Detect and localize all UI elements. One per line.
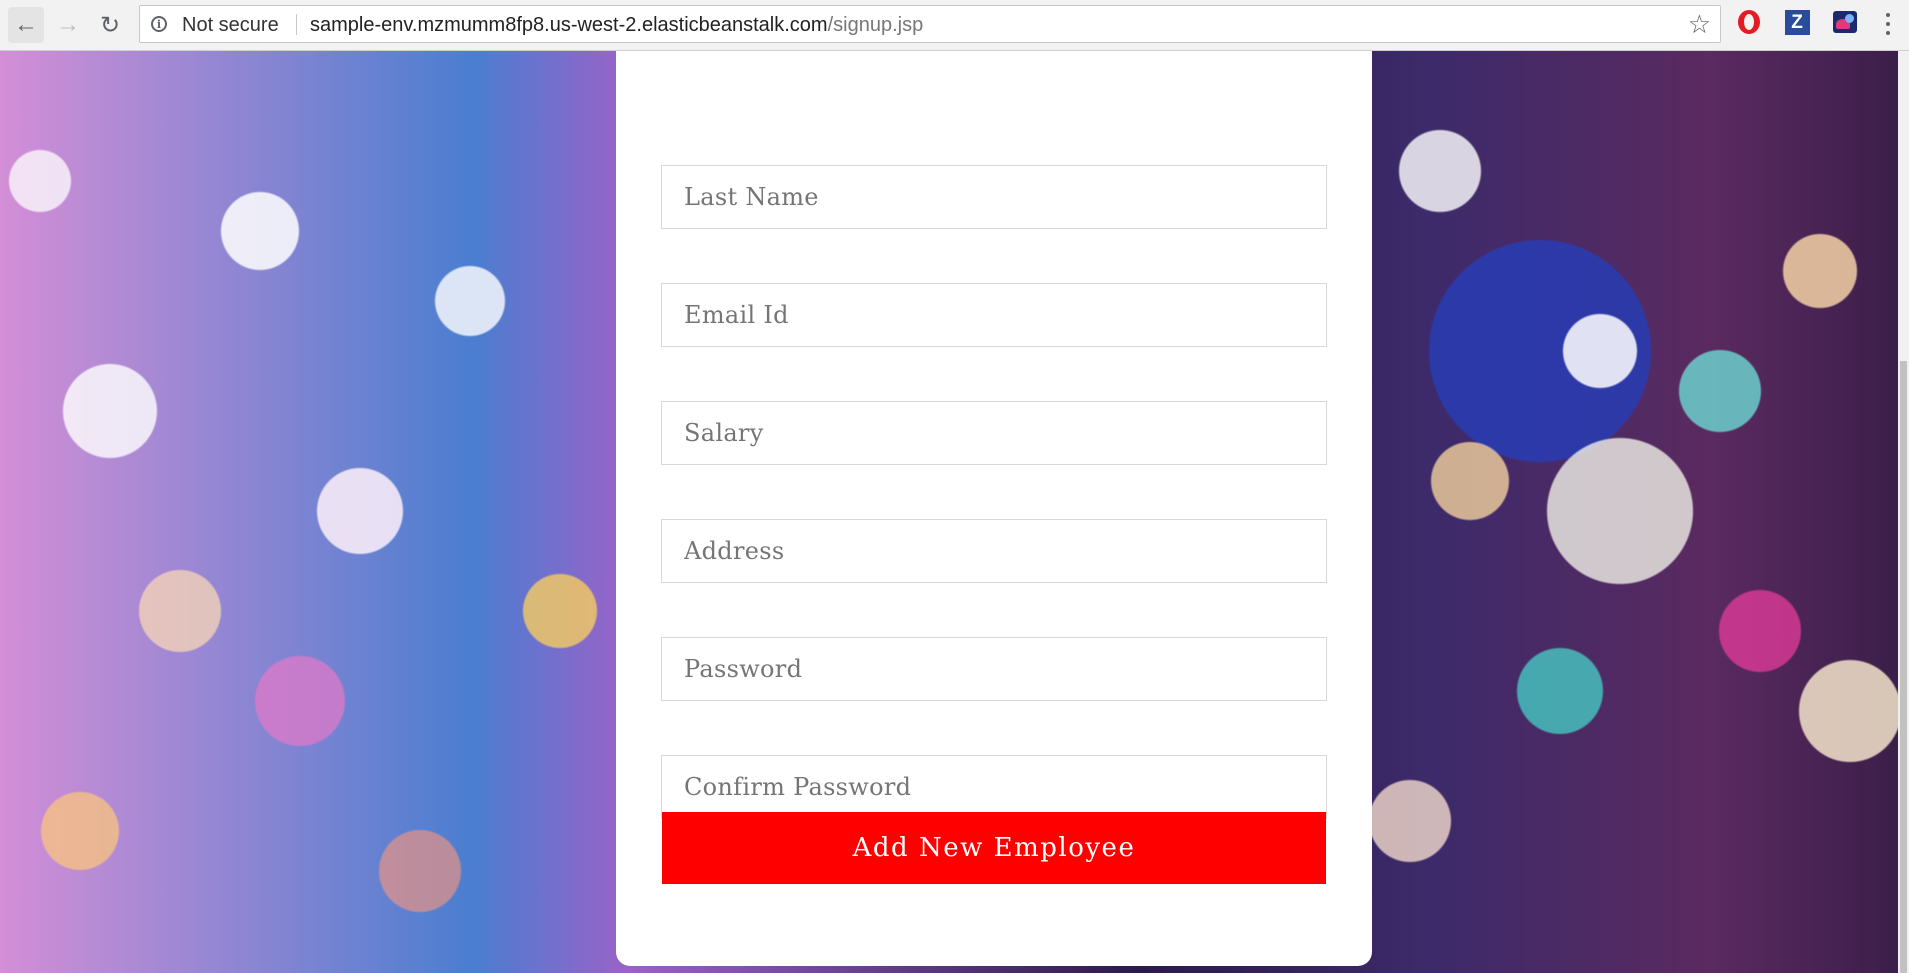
page-scrollbar[interactable] [1898, 51, 1909, 973]
page-background: Add New Employee [0, 51, 1898, 973]
url-path: /signup.jsp [827, 14, 924, 36]
address-bar[interactable]: i Not secure sample-env.mzmumm8fp8.us-we… [139, 5, 1721, 43]
url-host: sample-env.mzmumm8fp8.us-west-2.elasticb… [310, 14, 828, 36]
third-extension-button[interactable] [1832, 9, 1858, 35]
last-name-input[interactable] [661, 165, 1327, 229]
zotero-extension-button[interactable]: Z [1784, 9, 1810, 35]
signup-form-card: Add New Employee [616, 51, 1372, 966]
address-input[interactable] [661, 519, 1327, 583]
email-input[interactable] [661, 283, 1327, 347]
add-new-employee-button[interactable]: Add New Employee [662, 812, 1326, 884]
arrow-right-icon: → [56, 11, 80, 38]
reload-button[interactable]: ↻ [92, 7, 128, 43]
security-label[interactable]: Not secure [182, 14, 279, 37]
browser-toolbar: ← → ↻ i Not secure sample-env.mzmumm8fp8… [0, 0, 1909, 51]
url-text[interactable]: sample-env.mzmumm8fp8.us-west-2.elasticb… [310, 14, 923, 37]
omnibox-divider [296, 14, 297, 35]
reload-icon: ↻ [99, 11, 121, 39]
zotero-icon: Z [1784, 9, 1810, 35]
scrollbar-thumb[interactable] [1900, 361, 1907, 973]
confirm-password-input[interactable] [661, 755, 1327, 819]
back-button[interactable]: ← [8, 7, 44, 43]
forward-button[interactable]: → [50, 7, 86, 43]
extension-icon [1833, 11, 1857, 33]
salary-input[interactable] [661, 401, 1327, 465]
info-icon[interactable]: i [151, 16, 167, 32]
bookmark-star-icon[interactable]: ☆ [1688, 9, 1711, 40]
browser-menu-icon[interactable] [1878, 10, 1898, 38]
arrow-left-icon: ← [14, 11, 38, 38]
opera-extension-button[interactable] [1736, 9, 1762, 35]
opera-icon [1738, 10, 1760, 34]
password-input[interactable] [661, 637, 1327, 701]
